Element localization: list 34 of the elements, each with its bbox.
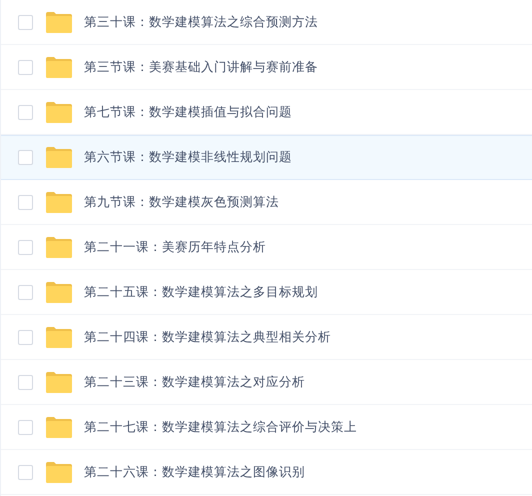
- file-name: 第二十一课：美赛历年特点分析: [84, 238, 266, 256]
- folder-icon: [46, 56, 72, 78]
- file-name: 第六节课：数学建模非线性规划问题: [84, 149, 292, 166]
- folder-icon: [46, 326, 72, 348]
- folder-icon: [46, 462, 72, 482]
- file-name: 第三节课：美赛基础入门讲解与赛前准备: [84, 58, 318, 76]
- checkbox[interactable]: [18, 150, 33, 165]
- checkbox[interactable]: [18, 374, 33, 390]
- file-name: 第三十课：数学建模算法之综合预测方法: [84, 14, 318, 30]
- file-name: 第二十四课：数学建模算法之典型相关分析: [84, 328, 331, 346]
- file-name: 第二十七课：数学建模算法之综合评价与决策上: [84, 418, 357, 436]
- checkbox[interactable]: [18, 104, 33, 120]
- file-name: 第二十六课：数学建模算法之图像识别: [84, 464, 305, 480]
- folder-icon: [46, 192, 72, 212]
- folder-icon: [46, 12, 72, 32]
- file-name: 第二十五课：数学建模算法之多目标规划: [84, 284, 318, 300]
- folder-icon: [46, 236, 72, 258]
- checkbox[interactable]: [18, 330, 33, 344]
- file-name: 第二十三课：数学建模算法之对应分析: [84, 374, 305, 390]
- folder-icon: [46, 102, 72, 122]
- checkbox[interactable]: [18, 60, 33, 74]
- folder-icon: [46, 282, 72, 302]
- file-name: 第九节课：数学建模灰色预测算法: [84, 194, 279, 210]
- file-name: 第七节课：数学建模插值与拟合问题: [84, 104, 292, 120]
- checkbox[interactable]: [18, 464, 33, 480]
- checkbox[interactable]: [18, 240, 33, 254]
- folder-icon: [46, 147, 72, 168]
- folder-icon: [46, 372, 72, 392]
- checkbox[interactable]: [18, 14, 33, 30]
- file-row[interactable]: 第六节课：数学建模非线性规划问题: [1, 135, 532, 180]
- folder-icon: [46, 416, 72, 438]
- checkbox[interactable]: [18, 194, 33, 210]
- checkbox[interactable]: [18, 284, 33, 300]
- checkbox[interactable]: [18, 420, 33, 434]
